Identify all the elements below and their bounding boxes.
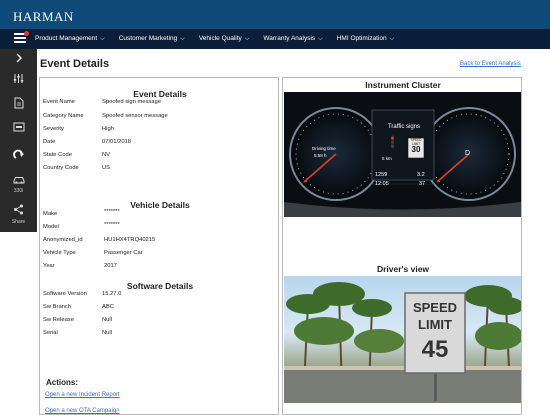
category-name-value: Spoofed sensor message (102, 113, 168, 119)
severity-label: Severity (43, 126, 64, 132)
harman-logo[interactable]: HARMAN (13, 9, 74, 25)
nav-menu: Product Management ⌵ Customer Marketing ⌵ … (35, 29, 408, 49)
odometer-value: 1259 (375, 172, 388, 178)
serial-value: Null (102, 330, 112, 336)
sidebar-vehicle[interactable]: 330i (0, 175, 37, 194)
share-icon (14, 204, 23, 215)
hamburger-menu-icon[interactable] (14, 31, 29, 45)
sw-branch-label: Sw Branch (43, 304, 72, 310)
country-code-label: Country Code (43, 165, 79, 171)
sw-branch-value: ABC (102, 304, 114, 310)
drivers-view-image: SPEED LIMIT 45 (284, 276, 521, 403)
clock-value: 12:05 (375, 181, 389, 187)
sidebar-toolbar: 330i Share (0, 49, 37, 232)
software-version-value: 15.27.0 (102, 291, 122, 297)
redo-icon (12, 149, 24, 159)
sidebar: 330i Share (0, 49, 37, 415)
date-value: 07/01/2018 (102, 139, 132, 145)
make-value: ******* (104, 209, 120, 215)
dlc-icon (13, 122, 24, 132)
anonymized-id-value: HU1HX4TRQ40215 (104, 237, 156, 243)
sidebar-ota[interactable] (0, 149, 37, 164)
page-title: Event Details (40, 58, 110, 70)
cluster-sign-value: 30 (411, 145, 421, 154)
chevron-down-icon: ⌵ (389, 36, 395, 42)
anonymized-id-label: Anonymized_id (43, 237, 83, 243)
state-code-value: NV (102, 152, 111, 158)
sw-release-label: Sw Release (43, 317, 74, 323)
driving-time-value: 5:58 h (314, 153, 327, 158)
model-label: Model (43, 224, 59, 230)
sliders-icon (13, 74, 24, 83)
vehicle-type-label: Vehicle Type (43, 250, 76, 256)
vehicle-type-value: Passenger Car (104, 250, 143, 256)
model-value: ******* (104, 222, 120, 228)
chevron-right-icon (16, 53, 22, 63)
distance-value: 5 km (382, 156, 392, 161)
actions-heading: Actions: (46, 378, 78, 387)
event-name-value: Spoofed sign message (102, 99, 161, 105)
main-navbar: Product Management ⌵ Customer Marketing ⌵ … (0, 29, 550, 49)
details-panel: Event Details Event Name Spoofed sign me… (39, 77, 279, 415)
software-details-heading: Software Details (126, 281, 194, 291)
back-to-event-analysis-link[interactable]: Back to Event Analysis (460, 61, 521, 67)
vehicle-details-heading: Vehicle Details (130, 200, 190, 210)
nav-product-management[interactable]: Product Management ⌵ (35, 35, 105, 43)
drivers-view-graphic (284, 282, 521, 403)
year-label: Year (43, 263, 55, 269)
make-label: Make (43, 211, 58, 217)
state-code-label: State Code (43, 152, 73, 158)
drivers-view-heading: Driver's view (376, 264, 430, 274)
outside-temp-value: 37 (419, 181, 426, 187)
chevron-down-icon: ⌵ (180, 36, 185, 42)
speed-sign-value: 45 (421, 336, 449, 363)
severity-value: High (102, 126, 114, 132)
document-icon (14, 97, 23, 109)
instrument-cluster-image: Traffic signs Driving time 5:58 h 5 km S… (284, 92, 521, 217)
top-bar: HARMAN (0, 0, 550, 29)
notification-dot (24, 31, 29, 36)
chevron-down-icon: ⌵ (100, 36, 105, 42)
chevron-down-icon: ⌵ (244, 36, 250, 42)
event-name-label: Event Name (43, 99, 75, 105)
car-icon (13, 177, 24, 184)
media-panel: Instrument Cluster Traffic signs Driving… (282, 77, 522, 415)
date-label: Date (43, 139, 56, 145)
sidebar-vehicle-label: 330i (13, 188, 24, 194)
sidebar-share-label: Share (11, 219, 26, 225)
consumption-value: 3.2 (417, 172, 425, 178)
nav-hmi-optimization[interactable]: HMI Optimization ⌵ (337, 35, 394, 43)
sw-release-value: Null (102, 317, 112, 323)
nav-warranty-analysis[interactable]: Warranty Analysis ⌵ (263, 35, 322, 43)
sidebar-expand[interactable] (0, 53, 37, 66)
open-ota-campaign-link[interactable]: Open a new OTA Campaign (45, 408, 120, 414)
nav-customer-marketing[interactable]: Customer Marketing ⌵ (119, 35, 185, 43)
category-name-label: Category Name (43, 113, 84, 119)
sidebar-share[interactable]: Share (0, 204, 37, 225)
chevron-down-icon: ⌵ (318, 36, 323, 42)
instrument-cluster-heading: Instrument Cluster (365, 80, 441, 90)
open-incident-report-link[interactable]: Open a new Incident Report (45, 392, 120, 398)
sidebar-dlc[interactable] (0, 122, 37, 135)
software-version-label: Software Version (43, 291, 87, 297)
gear-indicator: D (465, 150, 471, 157)
country-code-value: US (102, 165, 111, 171)
year-value: 2017 (104, 263, 117, 269)
serial-label: Serial (43, 330, 58, 336)
event-details-heading: Event Details (133, 89, 187, 99)
cluster-mode-label: Traffic signs (387, 124, 420, 130)
speed-sign-line1: SPEED (412, 300, 458, 315)
speed-sign-line2: LIMIT (418, 317, 452, 332)
sidebar-report[interactable] (0, 97, 37, 112)
driving-time-label: Driving time (312, 146, 336, 151)
sidebar-filters[interactable] (0, 73, 37, 87)
nav-vehicle-quality[interactable]: Vehicle Quality ⌵ (199, 35, 250, 43)
